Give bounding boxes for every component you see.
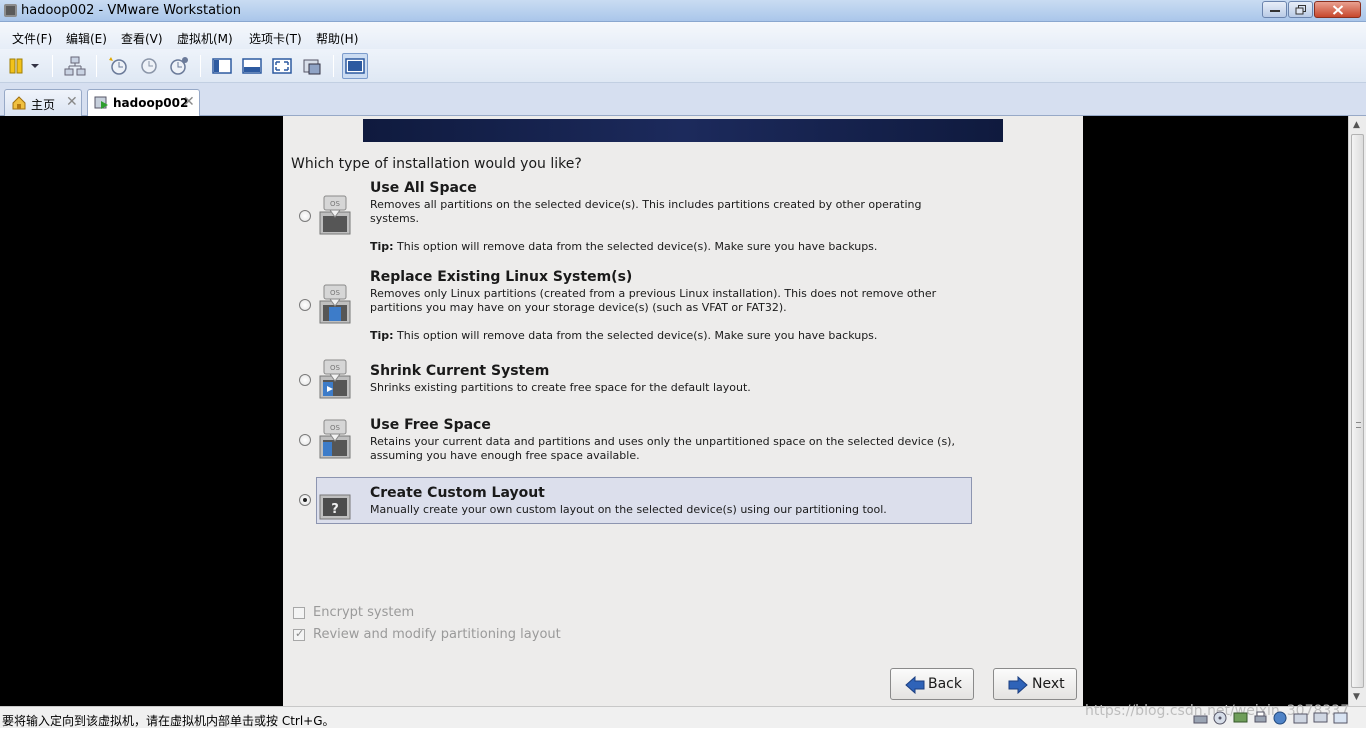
os-disk-icon: OS [319, 419, 351, 459]
menu-bar: 文件(F) 编辑(E) 查看(V) 虚拟机(M) 选项卡(T) 帮助(H) [0, 22, 1366, 49]
option-title: Replace Existing Linux System(s) [370, 269, 633, 285]
option-description: Removes only Linux partitions (created f… [370, 287, 937, 314]
vm-play-icon [94, 96, 108, 109]
os-disk-icon: OS [319, 195, 351, 235]
installer-panel: Which type of installation would you lik… [283, 116, 1083, 706]
back-button[interactable]: Back [890, 668, 974, 700]
unity-icon[interactable] [300, 54, 324, 78]
os-disk-icon: OS [319, 359, 351, 399]
snapshot-manager-icon[interactable] [167, 54, 191, 78]
network-icon[interactable] [63, 54, 87, 78]
next-button-label: Next [1032, 676, 1065, 692]
option-description: Removes all partitions on the selected d… [370, 198, 922, 225]
toolbar-separator [333, 55, 334, 77]
installer-banner [363, 119, 1003, 142]
window-title: hadoop002 - VMware Workstation [21, 3, 241, 18]
option-title: Use All Space [370, 180, 477, 196]
home-icon [12, 96, 26, 110]
checkbox-box[interactable] [293, 607, 305, 619]
installation-type-question: Which type of installation would you lik… [291, 156, 582, 172]
tab-bar: 主页 ✕ hadoop002 ✕ [0, 83, 1366, 117]
tab-hadoop002-label: hadoop002 [113, 96, 189, 110]
power-icon[interactable] [6, 54, 30, 78]
encrypt-system-label: Encrypt system [313, 605, 415, 620]
toolbar-separator [52, 55, 53, 77]
menu-tabs[interactable]: 选项卡(T) [249, 30, 302, 47]
scroll-up-icon[interactable]: ▲ [1353, 120, 1360, 130]
svg-text:?: ? [331, 502, 339, 517]
scroll-down-icon[interactable]: ▼ [1353, 692, 1360, 702]
fullscreen-icon[interactable] [270, 54, 294, 78]
option-description: Retains your current data and partitions… [370, 435, 955, 462]
vmware-app-icon [4, 4, 17, 17]
menu-file[interactable]: 文件(F) [12, 30, 52, 47]
status-bar: 要将输入定向到该虚拟机，请在虚拟机内部单击或按 Ctrl+G。 https://… [0, 703, 1366, 728]
menu-view[interactable]: 查看(V) [121, 30, 163, 47]
message-log-icon[interactable] [1333, 711, 1348, 725]
option-tip: Tip: This option will remove data from t… [370, 329, 878, 342]
option-title: Use Free Space [370, 417, 491, 433]
option-description: Manually create your own custom layout o… [370, 503, 887, 516]
option-title: Create Custom Layout [370, 485, 545, 501]
radio-use-all-space[interactable] [299, 210, 311, 222]
tab-view-icon[interactable] [240, 54, 264, 78]
printer-icon[interactable] [1253, 711, 1268, 725]
menu-edit[interactable]: 编辑(E) [66, 30, 107, 47]
window-title-bar: hadoop002 - VMware Workstation [0, 0, 1366, 22]
usb-icon[interactable] [1273, 711, 1288, 725]
scrollbar-thumb[interactable] [1351, 134, 1364, 688]
checkbox-box[interactable] [293, 627, 305, 641]
cd-rom-icon[interactable] [1213, 711, 1228, 725]
review-partitioning-label: Review and modify partitioning layout [313, 627, 561, 642]
dropdown-arrow-icon[interactable] [28, 54, 42, 78]
hard-disk-icon[interactable] [1193, 711, 1208, 725]
display-icon[interactable] [1313, 711, 1328, 725]
arrow-right-icon [1008, 676, 1028, 694]
radio-replace-linux[interactable] [299, 299, 311, 311]
vertical-scrollbar[interactable]: ▲ ▼ [1348, 116, 1366, 706]
minimize-icon [1269, 9, 1280, 12]
menu-help[interactable]: 帮助(H) [316, 30, 358, 47]
toolbar-separator [96, 55, 97, 77]
tab-home-label: 主页 [31, 98, 56, 112]
radio-use-free-space[interactable] [299, 434, 311, 446]
minimize-button[interactable] [1262, 1, 1287, 18]
next-button[interactable]: Next [993, 668, 1077, 700]
sidebar-view-icon[interactable] [210, 54, 234, 78]
svg-text:OS: OS [330, 200, 341, 208]
status-message: 要将输入定向到该虚拟机，请在虚拟机内部单击或按 Ctrl+G。 [2, 714, 335, 728]
svg-text:OS: OS [330, 289, 341, 297]
os-disk-icon: OS [319, 284, 351, 324]
tab-close-icon[interactable]: ✕ [183, 94, 195, 110]
option-title: Shrink Current System [370, 363, 550, 379]
toolbar [0, 49, 1366, 83]
arrow-left-icon [905, 676, 925, 694]
svg-text:OS: OS [330, 424, 341, 432]
close-icon [1332, 4, 1343, 15]
option-description: Shrinks existing partitions to create fr… [370, 381, 751, 394]
radio-shrink-current[interactable] [299, 374, 311, 386]
radio-create-custom-layout[interactable] [299, 494, 311, 506]
console-view-icon[interactable] [342, 53, 368, 79]
restore-icon [1295, 4, 1306, 14]
snapshot-revert-icon[interactable] [137, 54, 161, 78]
menu-vm[interactable]: 虚拟机(M) [177, 30, 233, 47]
maximize-button[interactable] [1288, 1, 1313, 18]
tab-hadoop002[interactable]: hadoop002 ✕ [87, 89, 200, 117]
tab-close-icon[interactable]: ✕ [66, 94, 78, 110]
option-tip: Tip: This option will remove data from t… [370, 240, 878, 253]
scroll-grip-icon [1356, 422, 1361, 428]
close-button[interactable] [1314, 1, 1361, 18]
svg-text:OS: OS [330, 364, 341, 372]
sound-icon[interactable] [1293, 711, 1308, 725]
snapshot-take-icon[interactable] [106, 54, 130, 78]
tab-home[interactable]: 主页 ✕ [4, 89, 82, 116]
network-adapter-icon[interactable] [1233, 711, 1248, 725]
toolbar-separator [200, 55, 201, 77]
custom-layout-icon: ? [319, 494, 351, 520]
back-button-label: Back [928, 676, 962, 692]
